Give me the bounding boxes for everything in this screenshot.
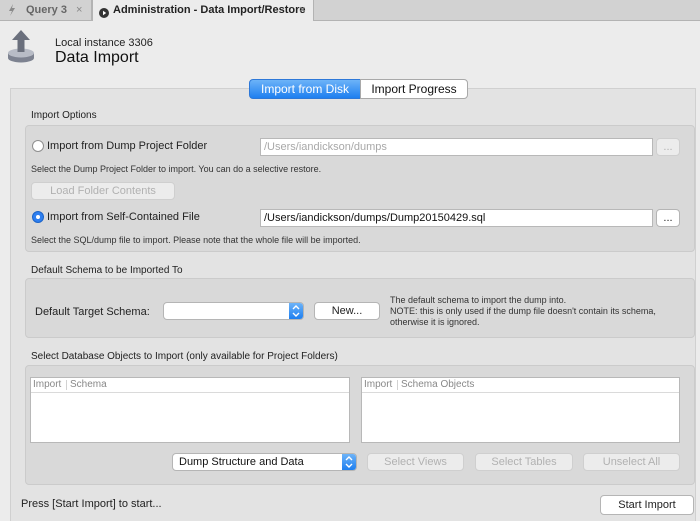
column-import[interactable]: Import (364, 378, 392, 392)
tab-import-progress[interactable]: Import Progress (360, 79, 468, 99)
tab-administration[interactable]: Administration - Data Import/Restore × (92, 0, 314, 21)
schema-note-line-3: otherwise it is ignored. (390, 317, 480, 327)
import-arrow-icon (6, 28, 36, 64)
schema-list[interactable]: Import Schema (30, 377, 350, 443)
db-objects-label: Select Database Objects to Import (only … (31, 351, 338, 362)
select-tables-button[interactable]: Select Tables (475, 453, 573, 471)
import-options-label: Import Options (31, 110, 97, 121)
schema-objects-list[interactable]: Import Schema Objects (361, 377, 680, 443)
play-circle-icon (99, 5, 109, 25)
column-schema[interactable]: Schema (70, 378, 107, 392)
project-folder-hint: Select the Dump Project Folder to import… (31, 164, 322, 174)
tab-import-from-disk[interactable]: Import from Disk (249, 79, 361, 99)
column-import[interactable]: Import (33, 378, 61, 392)
dump-type-select[interactable]: Dump Structure and Data (172, 453, 357, 471)
load-folder-contents-button[interactable]: Load Folder Contents (31, 182, 175, 200)
radio-self-contained-file[interactable] (32, 211, 44, 223)
unselect-all-button[interactable]: Unselect All (583, 453, 680, 471)
default-target-schema-label: Default Target Schema: (35, 306, 150, 318)
close-icon[interactable]: × (76, 0, 82, 20)
self-contained-browse-button[interactable]: ... (656, 209, 680, 227)
bolt-icon (7, 0, 17, 27)
default-target-schema-select[interactable] (163, 302, 304, 320)
self-contained-file-hint: Select the SQL/dump file to import. Plea… (31, 235, 361, 245)
tab-query-3[interactable]: Query 3 × (0, 0, 92, 20)
column-schema-objects[interactable]: Schema Objects (401, 378, 474, 392)
schema-objects-list-header: Import Schema Objects (362, 378, 679, 393)
schema-note-line-2: NOTE: this is only used if the dump file… (390, 306, 656, 316)
tab-label: Administration - Data Import/Restore (113, 4, 306, 16)
select-stepper-icon (289, 303, 303, 319)
schema-note-line-1: The default schema to import the dump in… (390, 295, 567, 305)
self-contained-file-path-input[interactable]: /Users/iandickson/dumps/Dump20150429.sql (260, 209, 653, 227)
start-import-button[interactable]: Start Import (600, 495, 694, 515)
tab-label: Query 3 (26, 4, 67, 16)
select-stepper-icon (342, 454, 356, 470)
project-folder-label: Import from Dump Project Folder (47, 140, 208, 152)
project-folder-path-input[interactable]: /Users/iandickson/dumps (260, 138, 653, 156)
status-text: Press [Start Import] to start... (21, 498, 162, 510)
radio-project-folder[interactable] (32, 140, 44, 152)
schema-list-header: Import Schema (31, 378, 349, 393)
close-icon[interactable]: × (299, 0, 305, 20)
select-views-button[interactable]: Select Views (367, 453, 464, 471)
page-title: Data Import (55, 49, 139, 66)
self-contained-file-label: Import from Self-Contained File (47, 211, 200, 223)
instance-name: Local instance 3306 (55, 37, 153, 49)
new-schema-button[interactable]: New... (314, 302, 380, 320)
project-folder-browse-button[interactable]: ... (656, 138, 680, 156)
default-schema-label: Default Schema to be Imported To (31, 265, 183, 276)
